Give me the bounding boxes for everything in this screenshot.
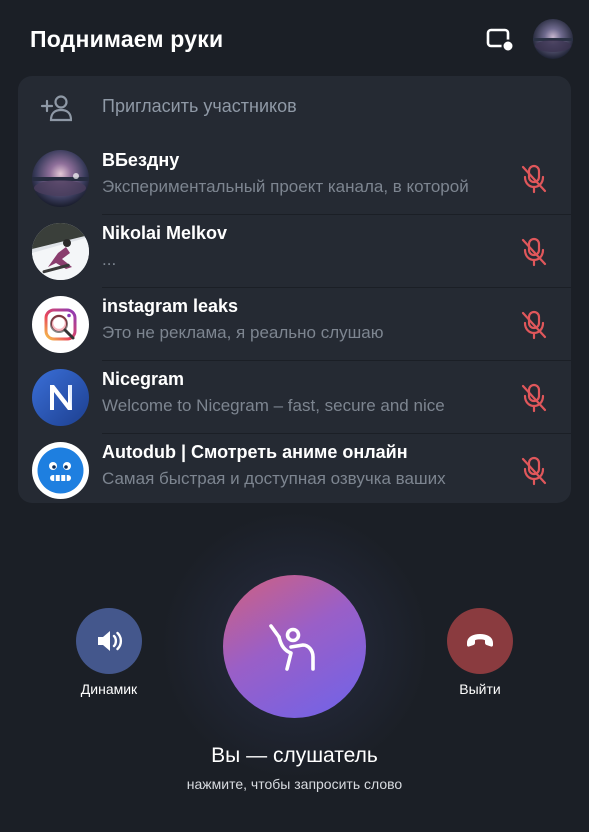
participant-status: Самая быстрая и доступная озвучка ваших: [102, 469, 446, 488]
participant-name: Nicegram: [102, 369, 185, 389]
leave-label: Выйти: [459, 681, 501, 697]
participant-name: ВБездну: [102, 150, 180, 170]
participant-avatar: [32, 296, 89, 353]
raise-hand-button[interactable]: [223, 575, 366, 718]
mic-muted-icon[interactable]: [520, 237, 548, 267]
participant-status: Это не реклама, я реально слушаю: [102, 323, 384, 342]
participant-row[interactable]: instagram leaks Это не реклама, я реальн…: [18, 288, 571, 361]
participant-name: instagram leaks: [102, 296, 239, 316]
participant-row[interactable]: Nicegram Welcome to Nicegram – fast, sec…: [18, 361, 571, 434]
participant-avatar: [32, 150, 89, 207]
participant-row[interactable]: Nikolai Melkov ...: [18, 215, 571, 288]
account-avatar[interactable]: [533, 19, 573, 59]
speaker-label: Динамик: [80, 681, 138, 697]
mic-muted-icon[interactable]: [520, 456, 548, 486]
mic-muted-icon[interactable]: [520, 310, 548, 340]
hang-up-icon: [467, 634, 493, 647]
mic-muted-icon[interactable]: [520, 164, 548, 194]
participant-status: Экспериментальный проект канала, в котор…: [102, 177, 469, 196]
participant-status: Welcome to Nicegram – fast, secure and n…: [102, 396, 445, 415]
participant-name: Nikolai Melkov: [102, 223, 228, 243]
participant-name: Autodub | Смотреть аниме онлайн: [102, 442, 408, 462]
speaker-button[interactable]: [76, 608, 142, 674]
participants-panel: Пригласить участников ВБездну Эксперимен…: [18, 76, 571, 503]
header: Поднимаем руки: [0, 0, 589, 78]
add-user-icon: [40, 94, 73, 122]
page-title: Поднимаем руки: [30, 26, 224, 52]
participant-avatar: [32, 442, 89, 499]
speaker-icon: [98, 631, 123, 651]
participant-avatar: [32, 369, 89, 426]
participant-row[interactable]: Autodub | Смотреть аниме онлайн Самая бы…: [18, 434, 571, 503]
listener-status: Вы — слушатель: [211, 744, 378, 767]
request-speak-hint: нажмите, чтобы запросить слово: [186, 776, 403, 792]
invite-participants-button[interactable]: Пригласить участников: [18, 76, 571, 140]
screen-share-icon[interactable]: [484, 25, 516, 53]
invite-label: Пригласить участников: [102, 96, 297, 116]
leave-button[interactable]: [447, 608, 513, 674]
raise-hand-icon: [269, 624, 315, 671]
participant-status: ...: [102, 250, 117, 269]
participant-avatar: [32, 223, 89, 280]
mic-muted-icon[interactable]: [520, 383, 548, 413]
participant-row[interactable]: ВБездну Экспериментальный проект канала,…: [18, 142, 571, 215]
